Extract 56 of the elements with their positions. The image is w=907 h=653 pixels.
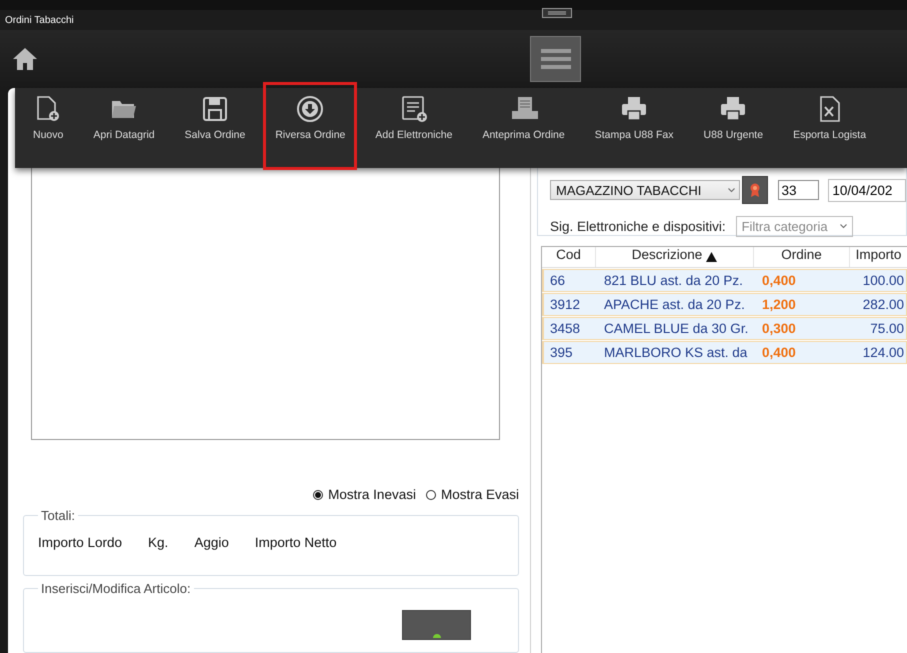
add-button[interactable] — [402, 610, 471, 640]
toolbar-button[interactable]: Riversa Ordine — [263, 82, 358, 170]
date-field[interactable]: 10/04/202 — [828, 178, 906, 202]
table-cell-text: 395 — [549, 345, 574, 360]
total-label: Importo Netto — [254, 535, 337, 550]
column-header[interactable]: Importo — [850, 247, 907, 267]
category-dropdown[interactable]: Filtra categoria — [736, 216, 853, 237]
column-header[interactable]: Ordine — [754, 247, 850, 267]
panel-title: Totali: — [40, 508, 76, 524]
save-icon — [200, 95, 229, 123]
badge-icon — [750, 183, 760, 197]
supplier-button[interactable] — [742, 176, 768, 204]
table-cell-text: 0,400 — [761, 345, 797, 360]
window-title: Ordini Tabacchi — [4, 14, 74, 26]
table-cell-text: 1,200 — [761, 297, 797, 312]
toolbar-button[interactable]: Nuovo — [21, 82, 76, 170]
toolbar-button[interactable]: U88 Urgente — [692, 82, 776, 170]
table-cell-text: 3458 — [549, 321, 582, 336]
toolbar-button[interactable]: Stampa U88 Fax — [582, 82, 686, 170]
table-cell-text: 0,400 — [761, 273, 797, 288]
table-cell-text: 282.00 — [862, 297, 905, 312]
table-cell-text: APACHE ast. da 20 Pz. — [603, 297, 746, 312]
drag-handle-icon — [542, 8, 572, 18]
chevron-down-icon — [840, 224, 847, 229]
total-label: Importo Lordo — [38, 535, 122, 550]
column-header[interactable]: Cod — [542, 247, 596, 267]
toolbar-button[interactable]: Apri Datagrid — [81, 82, 167, 170]
home-icon — [12, 47, 38, 71]
toolbar-button[interactable]: Anteprima Ordine — [470, 82, 577, 170]
total-label: Kg. — [148, 535, 168, 550]
radio-option[interactable]: Mostra Evasi — [426, 487, 519, 502]
menu-icon — [540, 47, 570, 71]
table-cell-text: 100.00 — [862, 273, 905, 288]
table-cell-text: 821 BLU ast. da 20 Pz. — [603, 273, 744, 288]
table-cell-text: 75.00 — [869, 321, 905, 336]
supplier-dropdown[interactable]: MAGAZZINO TABACCHI — [550, 180, 740, 200]
table-cell-text: 3912 — [549, 297, 582, 312]
download-icon — [296, 95, 324, 123]
table-cell-text: MARLBORO KS ast. da — [603, 345, 748, 360]
toolbar-button[interactable]: Esporta Logista — [781, 82, 878, 170]
total-label: Aggio — [194, 535, 229, 550]
chevron-down-icon — [728, 188, 735, 192]
table-cell-text: 0,300 — [761, 321, 797, 336]
table-cell-text: 124.00 — [862, 345, 905, 360]
data-grid[interactable]: Cod Descrizione Ordine Importo 66 821 BLU ast. da 20 Pz. 0,400 100.00 3912 APACHE ast. da 20 Pz. 1,200 282.00 3458 CAMEL BLUE da 30 Gr. 0,300 75.00 395 MARLBORO KS ast. da 0,400 124.00 — [541, 246, 907, 653]
filter-label: Sig. Elettroniche e dispositivi: — [550, 219, 726, 234]
table-cell-text: 66 — [549, 273, 566, 288]
panel-title: Inserisci/Modifica Articolo: — [40, 581, 192, 596]
menu-button[interactable] — [530, 36, 581, 82]
toolbar-button[interactable]: Salva Ordine — [172, 82, 258, 170]
toolbar-button[interactable]: Add Elettroniche — [363, 82, 464, 170]
column-header[interactable]: Descrizione — [596, 247, 754, 267]
radio-option[interactable]: Mostra Inevasi — [313, 487, 416, 502]
list-add-icon — [400, 95, 428, 123]
table-cell-text: CAMEL BLUE da 30 Gr. — [603, 321, 750, 336]
number-field[interactable]: 33 — [778, 180, 820, 200]
